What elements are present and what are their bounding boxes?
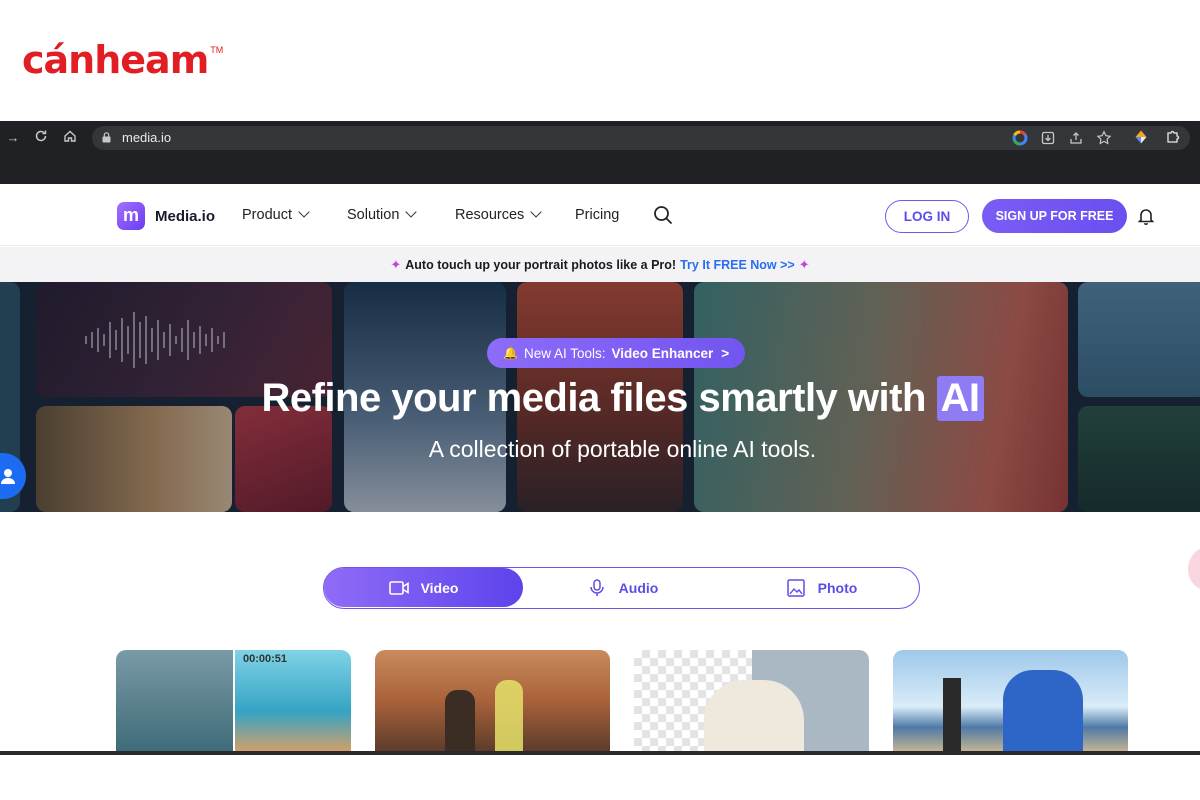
magic-wand-icon: ✦ bbox=[390, 256, 402, 272]
nav-label: Solution bbox=[347, 207, 400, 223]
home-icon[interactable] bbox=[61, 129, 79, 147]
highlight-subject bbox=[495, 680, 523, 753]
hero-title-text: Refine your media files smartly with bbox=[261, 376, 926, 420]
hero-banner: 🔔 New AI Tools: Video Enhancer > Refine … bbox=[0, 282, 1200, 512]
subject-figure bbox=[1003, 670, 1083, 753]
tool-card[interactable]: 00:00:51 bbox=[116, 650, 351, 753]
tab-audio[interactable]: Audio bbox=[523, 568, 722, 607]
logo-text: Media.io bbox=[155, 207, 216, 225]
notification-bell-icon[interactable] bbox=[1138, 207, 1154, 225]
tool-card[interactable] bbox=[634, 650, 869, 753]
video-timecode: 00:00:51 bbox=[243, 653, 288, 665]
tab-label: Audio bbox=[618, 579, 659, 596]
subject-figure bbox=[445, 690, 475, 753]
chevron-down-icon bbox=[298, 206, 310, 218]
nav-product[interactable]: Product bbox=[242, 206, 310, 223]
nav-pricing[interactable]: Pricing bbox=[575, 207, 619, 223]
hero-title: Refine your media files smartly with AI bbox=[0, 376, 1200, 421]
new-ai-tools-badge[interactable]: 🔔 New AI Tools: Video Enhancer > bbox=[487, 338, 746, 368]
promo-banner: ✦ Auto touch up your portrait photos lik… bbox=[0, 247, 1200, 282]
camera-tripod bbox=[943, 678, 961, 753]
tab-label: Video bbox=[420, 579, 459, 596]
hero-subtitle: A collection of portable online AI tools… bbox=[428, 436, 817, 462]
nav-label: Product bbox=[242, 207, 292, 223]
star-icon[interactable] bbox=[1096, 130, 1112, 146]
reload-icon[interactable] bbox=[32, 129, 50, 147]
address-bar[interactable]: media.io bbox=[92, 126, 1190, 150]
support-agent-icon bbox=[1, 469, 15, 484]
logo-mark-icon: m bbox=[117, 202, 145, 230]
login-button[interactable]: LOG IN bbox=[885, 200, 969, 233]
tool-card[interactable] bbox=[375, 650, 610, 753]
promo-link[interactable]: Try It FREE Now >> bbox=[680, 258, 795, 272]
badge-prefix: New AI Tools: bbox=[523, 345, 606, 361]
hero-title-ai: AI bbox=[936, 376, 984, 421]
decorative-blob bbox=[1188, 547, 1200, 591]
watermark-text: cánheam bbox=[22, 38, 209, 82]
puzzle-icon[interactable] bbox=[1165, 129, 1181, 145]
card-image-after bbox=[235, 650, 351, 753]
browser-toolbar: → media.io bbox=[0, 121, 1200, 184]
nav-resources[interactable]: Resources bbox=[455, 206, 542, 223]
download-icon[interactable] bbox=[1040, 130, 1056, 146]
url-text: media.io bbox=[122, 130, 172, 145]
nav-label: Resources bbox=[455, 207, 525, 223]
tab-label: Photo bbox=[817, 579, 858, 596]
magic-wand-icon: ✦ bbox=[798, 256, 810, 272]
search-icon[interactable] bbox=[653, 205, 673, 225]
nav-label: Pricing bbox=[575, 207, 620, 223]
forward-icon[interactable]: → bbox=[4, 129, 22, 147]
extension-icon[interactable] bbox=[1133, 129, 1149, 145]
subject-figure bbox=[704, 680, 804, 753]
video-icon bbox=[388, 580, 409, 595]
watermark-trademark: TM bbox=[210, 45, 224, 55]
nav-solution[interactable]: Solution bbox=[347, 206, 418, 223]
share-icon[interactable] bbox=[1068, 130, 1084, 146]
chevron-down-icon bbox=[530, 206, 542, 218]
signup-button[interactable]: SIGN UP FOR FREE bbox=[982, 199, 1127, 233]
promo-text: Auto touch up your portrait photos like … bbox=[405, 257, 677, 272]
image-icon bbox=[786, 578, 805, 597]
tab-video[interactable]: Video bbox=[324, 568, 523, 607]
media-type-tabs: Video Audio Photo bbox=[323, 567, 920, 609]
card-image-before bbox=[116, 650, 233, 753]
media-io-logo[interactable]: m Media.io bbox=[117, 202, 215, 230]
microphone-icon bbox=[589, 578, 604, 596]
lock-icon bbox=[102, 132, 111, 143]
tab-photo[interactable]: Photo bbox=[722, 568, 921, 607]
badge-arrow: > bbox=[721, 345, 730, 361]
google-icon[interactable] bbox=[1012, 130, 1028, 146]
bottom-divider bbox=[0, 751, 1200, 755]
tool-card[interactable] bbox=[893, 650, 1128, 753]
watermark-logo: cánheam TM bbox=[22, 38, 223, 82]
badge-feature: Video Enhancer bbox=[611, 345, 714, 361]
chevron-down-icon bbox=[405, 206, 418, 218]
bell-icon: 🔔 bbox=[503, 346, 518, 360]
